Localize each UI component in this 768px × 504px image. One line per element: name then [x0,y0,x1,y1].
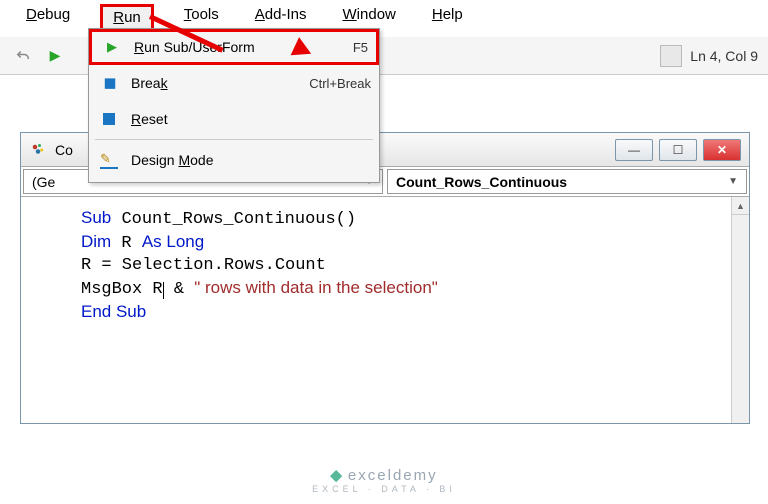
run-sub-shortcut: F5 [353,40,368,55]
watermark-logo-icon: ◆ [330,467,344,484]
design-mode-icon: ✎ [97,151,121,169]
menu-window[interactable]: Window [337,4,402,31]
watermark-sub: EXCEL · DATA · BI [0,484,768,494]
menu-help[interactable]: Help [426,4,469,31]
watermark: ◆exceldemy EXCEL · DATA · BI [0,466,768,494]
menu-debug[interactable]: Debug [20,4,76,31]
reset-label: Reset [131,111,371,127]
close-button[interactable]: ✕ [703,139,741,161]
chevron-down-icon: ▼ [728,176,738,187]
menu-design-mode[interactable]: ✎ Design Mode [89,142,379,178]
scroll-up-icon[interactable]: ▲ [732,197,749,215]
break-label: Break [131,75,309,91]
procedure-dropdown[interactable]: Count_Rows_Continuous ▼ [387,169,747,194]
minimize-button[interactable]: — [615,139,653,161]
break-shortcut: Ctrl+Break [309,76,371,91]
cursor-position: Ln 4, Col 9 [690,48,758,64]
code-window-icon [29,141,47,159]
code-window-title: Co [55,142,73,158]
pause-icon: ▮▮ [97,75,121,91]
menu-addins[interactable]: Add-Ins [249,4,313,31]
code-editor[interactable]: Sub Count_Rows_Continuous() Dim R As Lon… [21,197,749,419]
vertical-scrollbar[interactable]: ▲ [731,197,749,423]
annotation-arrow [150,14,230,19]
maximize-button[interactable]: ☐ [659,139,697,161]
menu-separator [95,139,373,140]
menu-break[interactable]: ▮▮ Break Ctrl+Break [89,65,379,101]
menu-reset[interactable]: Reset [89,101,379,137]
object-dropdown-value: (Ge [32,174,55,190]
toolbar-box-icon[interactable] [660,45,682,67]
watermark-brand: exceldemy [348,467,438,484]
run-icon[interactable]: ▶ [42,43,68,69]
stop-icon [97,113,121,125]
design-mode-label: Design Mode [131,152,371,168]
run-sub-label: Run Sub/UserForm [134,39,353,55]
procedure-dropdown-value: Count_Rows_Continuous [396,174,567,190]
undo-icon[interactable] [10,43,36,69]
menu-run-sub[interactable]: ▶ Run Sub/UserForm F5 [89,29,379,65]
play-icon: ▶ [100,39,124,55]
run-dropdown: ▶ Run Sub/UserForm F5 ▮▮ Break Ctrl+Brea… [88,28,380,183]
menu-run[interactable]: Run [100,4,154,31]
